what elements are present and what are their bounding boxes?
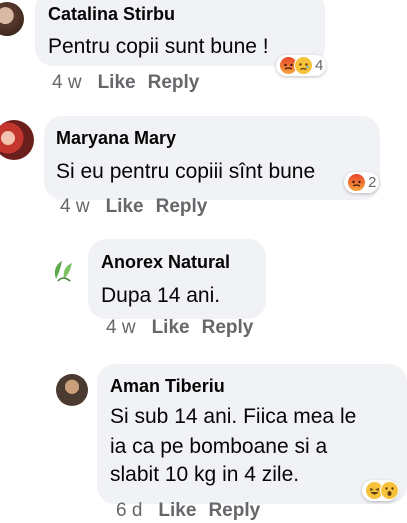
- sad-icon: [294, 56, 313, 75]
- comment-author[interactable]: Anorex Natural: [101, 252, 230, 273]
- avatar[interactable]: [56, 374, 88, 406]
- like-button[interactable]: Like: [152, 317, 190, 339]
- comment-text: Si sub 14 ani. Fiica mea le: [110, 405, 357, 428]
- comment-text: slabit 10 kg in 4 zile.: [110, 463, 300, 486]
- comment-actions: 4 w Like Reply: [106, 317, 265, 339]
- comment-timestamp[interactable]: 6 d: [116, 500, 142, 522]
- comment-aman: Aman Tiberiu Si sub 14 ani. Fiica mea le…: [0, 360, 407, 523]
- comment-actions: 4 w Like Reply: [52, 72, 211, 94]
- comment-text: Dupa 14 ani.: [101, 284, 221, 307]
- reply-button[interactable]: Reply: [156, 196, 208, 218]
- comment-text: Si eu pentru copiii sînt bune: [56, 160, 316, 183]
- reaction-summary[interactable]: 2: [344, 172, 380, 193]
- angry-icon: [347, 173, 366, 192]
- comment-author[interactable]: Maryana Mary: [56, 128, 176, 149]
- avatar[interactable]: [0, 120, 34, 160]
- comment-maryana: Maryana Mary Si eu pentru copiii sînt bu…: [0, 110, 407, 220]
- comment-timestamp[interactable]: 4 w: [52, 72, 82, 94]
- avatar[interactable]: [0, 2, 24, 36]
- comment-text: ia ca pe bomboane si a: [110, 435, 328, 458]
- comment-anorex: Anorex Natural Dupa 14 ani. 4 w Like Reply: [0, 235, 407, 350]
- avatar[interactable]: [48, 255, 78, 285]
- reply-button[interactable]: Reply: [148, 72, 200, 94]
- comment-timestamp[interactable]: 4 w: [60, 196, 90, 218]
- reaction-summary[interactable]: 4: [276, 55, 327, 76]
- comment-actions: 4 w Like Reply: [60, 196, 219, 218]
- comment-actions: 6 d Like Reply: [116, 500, 272, 522]
- like-button[interactable]: Like: [106, 196, 144, 218]
- reaction-count: 2: [368, 174, 377, 191]
- like-button[interactable]: Like: [158, 500, 196, 522]
- like-button[interactable]: Like: [98, 72, 136, 94]
- leaf-logo-icon: [54, 261, 72, 282]
- reply-button[interactable]: Reply: [208, 500, 260, 522]
- reaction-count: 4: [315, 57, 324, 74]
- comment-author[interactable]: Aman Tiberiu: [110, 376, 225, 397]
- wow-icon: [380, 481, 399, 500]
- comment-catalina: Catalina Stirbu Pentru copii sunt bune !…: [0, 0, 407, 100]
- comment-text: Pentru copii sunt bune !: [48, 35, 269, 58]
- reply-button[interactable]: Reply: [202, 317, 254, 339]
- comment-author[interactable]: Catalina Stirbu: [48, 4, 175, 25]
- comment-timestamp[interactable]: 4 w: [106, 317, 136, 339]
- reaction-summary[interactable]: [362, 480, 399, 501]
